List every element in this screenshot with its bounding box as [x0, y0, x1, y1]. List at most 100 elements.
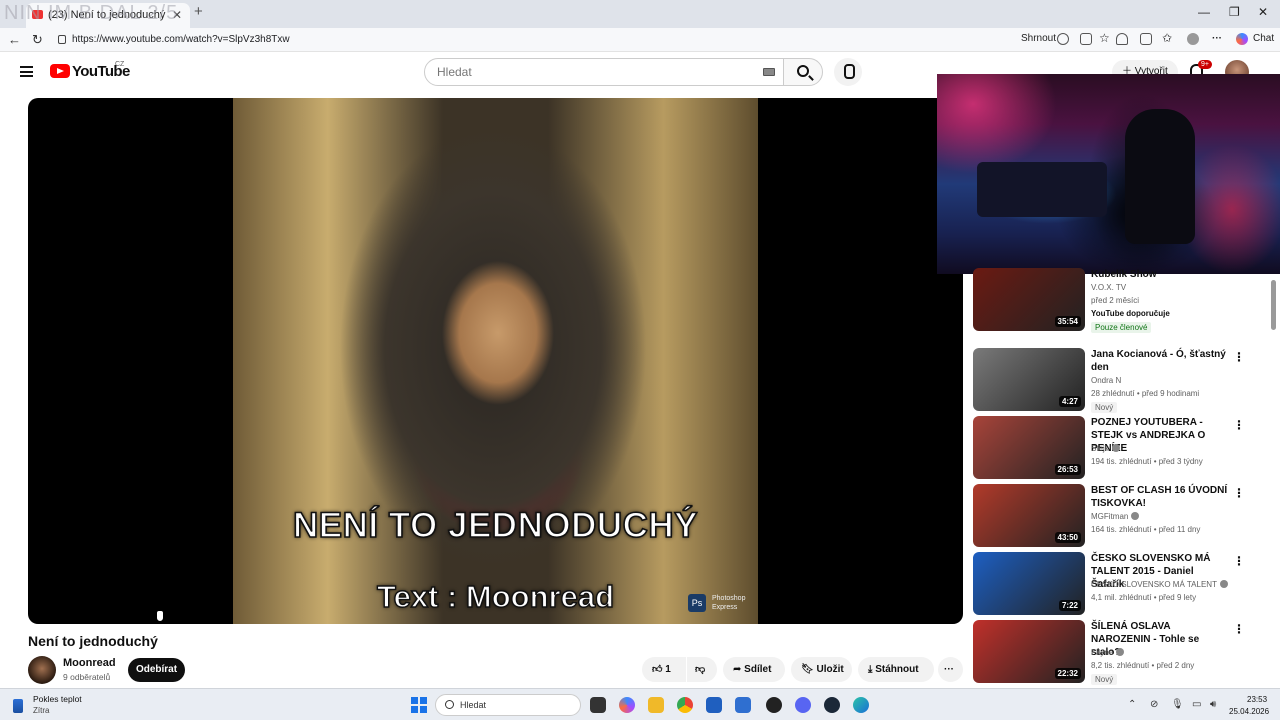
video-thumbnail[interactable]: 35:54 — [973, 268, 1085, 331]
minimize-button[interactable]: — — [1198, 5, 1210, 19]
recommendation-channel[interactable]: Ondra N — [1091, 376, 1121, 385]
copilot-app-icon[interactable] — [619, 697, 635, 713]
video-thumbnail[interactable]: 22:32 — [973, 620, 1085, 683]
reload-button[interactable]: ↻ — [32, 32, 43, 48]
profile-icon[interactable] — [1187, 33, 1199, 45]
file-explorer-icon[interactable] — [648, 697, 664, 713]
recommendation-extra: YouTube doporučuje — [1091, 309, 1170, 318]
photoshop-logo-icon: Ps — [688, 594, 706, 612]
translate-icon[interactable] — [1080, 33, 1092, 45]
subscribe-button[interactable]: Odebírat — [128, 658, 185, 682]
download-label: Stáhnout — [875, 664, 919, 675]
chat-button[interactable]: Chat — [1253, 33, 1274, 44]
webcam-light-pink — [937, 74, 1057, 174]
more-menu-icon[interactable]: ··· — [1212, 33, 1222, 44]
recommendation-item[interactable]: 43:50 BEST OF CLASH 16 ÚVODNÍ TISKOVKA! MG… — [973, 484, 1253, 548]
share-button[interactable]: ➦ Sdílet — [723, 657, 785, 682]
clock-date[interactable]: 25.04.2026 — [1229, 707, 1269, 716]
recommendation-channel[interactable]: Fayne — [1091, 648, 1125, 657]
volume-icon[interactable]: 🔊︎ — [1210, 699, 1216, 710]
recommendation-item[interactable]: 7:22 ČESKO SLOVENSKO MÁ TALENT 2015 - Dan… — [973, 552, 1253, 616]
dislike-button[interactable]: 👎︎ — [687, 657, 717, 682]
video-thumbnail[interactable]: 26:53 — [973, 416, 1085, 479]
voice-search-button[interactable] — [834, 58, 862, 86]
more-options-icon[interactable]: ⋮ — [1233, 622, 1245, 636]
recommendation-item[interactable]: 4:27 Jana Kocianová - Ó, šťastný den Ondra… — [973, 348, 1253, 413]
steam-icon[interactable] — [824, 697, 840, 713]
tray-app-icon[interactable]: ⊘ — [1150, 699, 1158, 710]
keyboard-icon[interactable] — [763, 68, 775, 76]
favorites-icon[interactable]: ✩ — [1162, 31, 1174, 45]
recommendation-channel[interactable]: MGFitman — [1091, 512, 1140, 521]
more-options-icon[interactable]: ⋮ — [1233, 554, 1245, 568]
extensions-icon[interactable] — [1140, 33, 1152, 45]
close-window-button[interactable]: ✕ — [1258, 5, 1268, 19]
youtube-logo-icon[interactable] — [50, 64, 70, 78]
verified-icon — [1131, 512, 1140, 520]
more-options-icon[interactable]: ⋮ — [1233, 418, 1245, 432]
windows-start-icon[interactable] — [411, 697, 427, 713]
search-input[interactable]: Hledat — [424, 58, 784, 86]
channel-name[interactable]: Moonread — [63, 657, 116, 669]
scrollbar-thumb[interactable] — [1271, 280, 1276, 330]
search-placeholder: Hledat — [437, 65, 472, 79]
recommendation-channel[interactable]: Stejk — [1091, 444, 1120, 453]
video-thumbnail[interactable]: 4:27 — [973, 348, 1085, 411]
more-actions-button[interactable]: ··· — [938, 657, 963, 682]
recommendation-channel[interactable]: V.O.X. TV — [1091, 283, 1126, 292]
share-icon: ➦ — [733, 664, 742, 675]
network-icon[interactable]: ▭ — [1192, 699, 1201, 710]
like-button[interactable]: 👍︎ 1 — [642, 657, 686, 682]
recommendation-badge: Nový — [1091, 674, 1118, 685]
search-button[interactable] — [783, 58, 823, 86]
edge-icon[interactable] — [853, 697, 869, 713]
recommendation-title[interactable]: Kubelík Show — [1091, 268, 1229, 281]
taskbar-search[interactable]: Hledat — [435, 694, 581, 716]
favorite-star-icon[interactable]: ☆ — [1099, 31, 1111, 45]
download-button[interactable]: ⤓ Stáhnout — [858, 657, 934, 682]
video-thumbnail[interactable]: 7:22 — [973, 552, 1085, 615]
store-icon[interactable] — [706, 697, 722, 713]
recommendation-title[interactable]: BEST OF CLASH 16 ÚVODNÍ TISKOVKA! — [1091, 484, 1229, 510]
video-duration: 22:32 — [1054, 668, 1081, 679]
notifications-icon[interactable] — [1116, 33, 1128, 45]
video-player[interactable]: NENÍ TO JEDNODUCHÝ Text : Moonread Ps Ph… — [28, 98, 963, 624]
channel-avatar[interactable] — [28, 656, 56, 684]
weather-icon[interactable] — [13, 699, 23, 713]
discord-icon[interactable] — [795, 697, 811, 713]
scrollbar[interactable] — [1270, 60, 1277, 680]
video-duration: 7:22 — [1058, 600, 1081, 611]
save-button[interactable]: 🔖︎ Uložit — [791, 657, 852, 682]
more-options-icon[interactable]: ⋮ — [1233, 350, 1245, 364]
obs-icon[interactable] — [766, 697, 782, 713]
summarize-button[interactable]: Shrnout — [1021, 33, 1056, 44]
recommendation-channel[interactable]: ČESKO SLOVENSKO MÁ TALENT — [1091, 580, 1228, 589]
weather-text[interactable]: Pokles teplot — [33, 694, 82, 704]
copilot-icon[interactable] — [1236, 33, 1248, 45]
verified-icon — [1111, 444, 1120, 452]
menu-icon[interactable] — [20, 66, 33, 77]
recommendation-meta: 4,1 mil. zhlédnutí • před 9 lety — [1091, 593, 1197, 602]
chrome-icon[interactable] — [677, 697, 693, 713]
tray-chevron-icon[interactable]: ⌃ — [1128, 699, 1136, 710]
url-field[interactable]: https://www.youtube.com/watch?v=SlpVz3h8… — [52, 31, 1012, 49]
microphone-icon[interactable]: 🎙︎ — [1171, 699, 1184, 710]
video-thumbnail[interactable]: 43:50 — [973, 484, 1085, 547]
thumbs-up-icon: 👍︎ — [652, 664, 663, 675]
task-view-icon[interactable] — [590, 697, 606, 713]
recommendation-item[interactable]: 35:54 Kubelík Show V.O.X. TV před 2 měsíci Y… — [973, 268, 1253, 333]
back-button[interactable]: ← — [8, 32, 21, 47]
recommendation-title[interactable]: Jana Kocianová - Ó, šťastný den — [1091, 348, 1229, 374]
summarize-icon[interactable] — [1057, 33, 1069, 45]
recommendation-item[interactable]: 26:53 POZNEJ YOUTUBERA - STEJK vs ANDREJK… — [973, 416, 1253, 480]
clock-time[interactable]: 23:53 — [1247, 695, 1267, 704]
more-options-icon[interactable]: ⋮ — [1233, 486, 1245, 500]
download-icon: ⤓ — [868, 664, 873, 675]
restore-button[interactable]: ❐ — [1229, 5, 1240, 19]
mail-icon[interactable] — [735, 697, 751, 713]
recommendation-badge: Pouze členové — [1091, 322, 1152, 333]
webcam-overlay — [937, 74, 1280, 274]
recommendation-item[interactable]: 22:32 ŠÍLENÁ OSLAVA NAROZENIN - Tohle se … — [973, 620, 1253, 685]
new-tab-button[interactable]: + — [194, 3, 203, 20]
thumbs-down-icon: 👎︎ — [695, 664, 706, 675]
